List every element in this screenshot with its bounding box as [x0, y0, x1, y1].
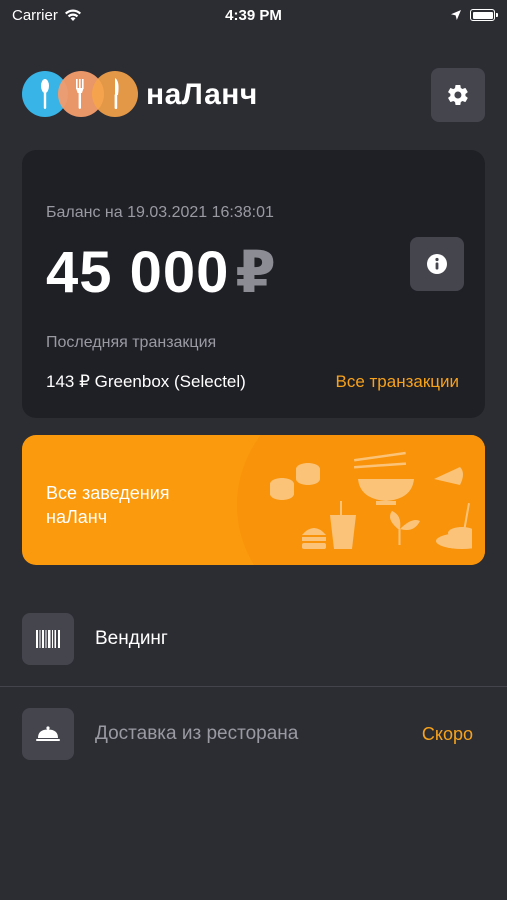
balance-date-label: Баланс на 19.03.2021 16:38:01	[46, 204, 274, 221]
status-left: Carrier	[12, 7, 82, 24]
last-transaction-value: 143 ₽ Greenbox (Selectel)	[46, 372, 246, 391]
info-icon	[427, 254, 447, 274]
logo-mark	[22, 71, 140, 119]
banner-title: Все заведения наЛанч	[46, 481, 170, 529]
all-restaurants-banner[interactable]: Все заведения наЛанч	[22, 435, 485, 565]
status-bar: Carrier 4:39 PM	[0, 0, 507, 30]
vending-menu-item[interactable]: Вендинг	[0, 612, 507, 666]
vending-icon-box	[22, 613, 74, 665]
battery-icon	[470, 9, 498, 21]
delivery-menu-item[interactable]: Доставка из ресторана Скоро	[0, 707, 507, 761]
all-transactions-link[interactable]: Все транзакции	[335, 372, 459, 392]
app-logo: наЛанч	[22, 71, 258, 119]
pasta-icon	[436, 502, 472, 549]
logo-text: наЛанч	[146, 78, 258, 111]
barcode-icon	[36, 630, 60, 648]
info-button[interactable]	[410, 237, 464, 291]
balance-value: 45 000	[46, 240, 230, 305]
coming-soon-badge: Скоро	[421, 723, 473, 744]
header: наЛанч	[22, 68, 485, 122]
delivery-label: Доставка из ресторана	[95, 723, 299, 744]
banner-title-line2: наЛанч	[46, 507, 108, 527]
settings-button[interactable]	[431, 68, 485, 122]
drink-icon	[330, 501, 356, 549]
gear-icon	[448, 84, 468, 106]
menu-divider	[0, 686, 507, 687]
vending-label: Вендинг	[95, 628, 168, 649]
cloche-icon	[36, 726, 60, 741]
food-illustrations	[270, 451, 472, 549]
wifi-icon	[64, 9, 81, 21]
carrier-label: Carrier	[12, 6, 58, 24]
balance-card: Баланс на 19.03.2021 16:38:01 45 000 ₽ По…	[22, 150, 485, 418]
location-arrow-icon	[451, 10, 461, 20]
balance-amount: 45 000 ₽	[46, 238, 277, 306]
sushi-icon	[270, 463, 320, 500]
pizza-icon	[434, 467, 463, 485]
burger-icon	[302, 528, 326, 549]
leaf-icon	[390, 511, 420, 545]
delivery-icon-box	[22, 708, 74, 760]
last-transaction-label: Последняя транзакция	[46, 334, 217, 351]
noodle-bowl-icon	[353, 451, 414, 505]
banner-title-line1: Все заведения	[46, 483, 170, 503]
currency-symbol: ₽	[235, 240, 277, 305]
status-right	[450, 9, 498, 21]
